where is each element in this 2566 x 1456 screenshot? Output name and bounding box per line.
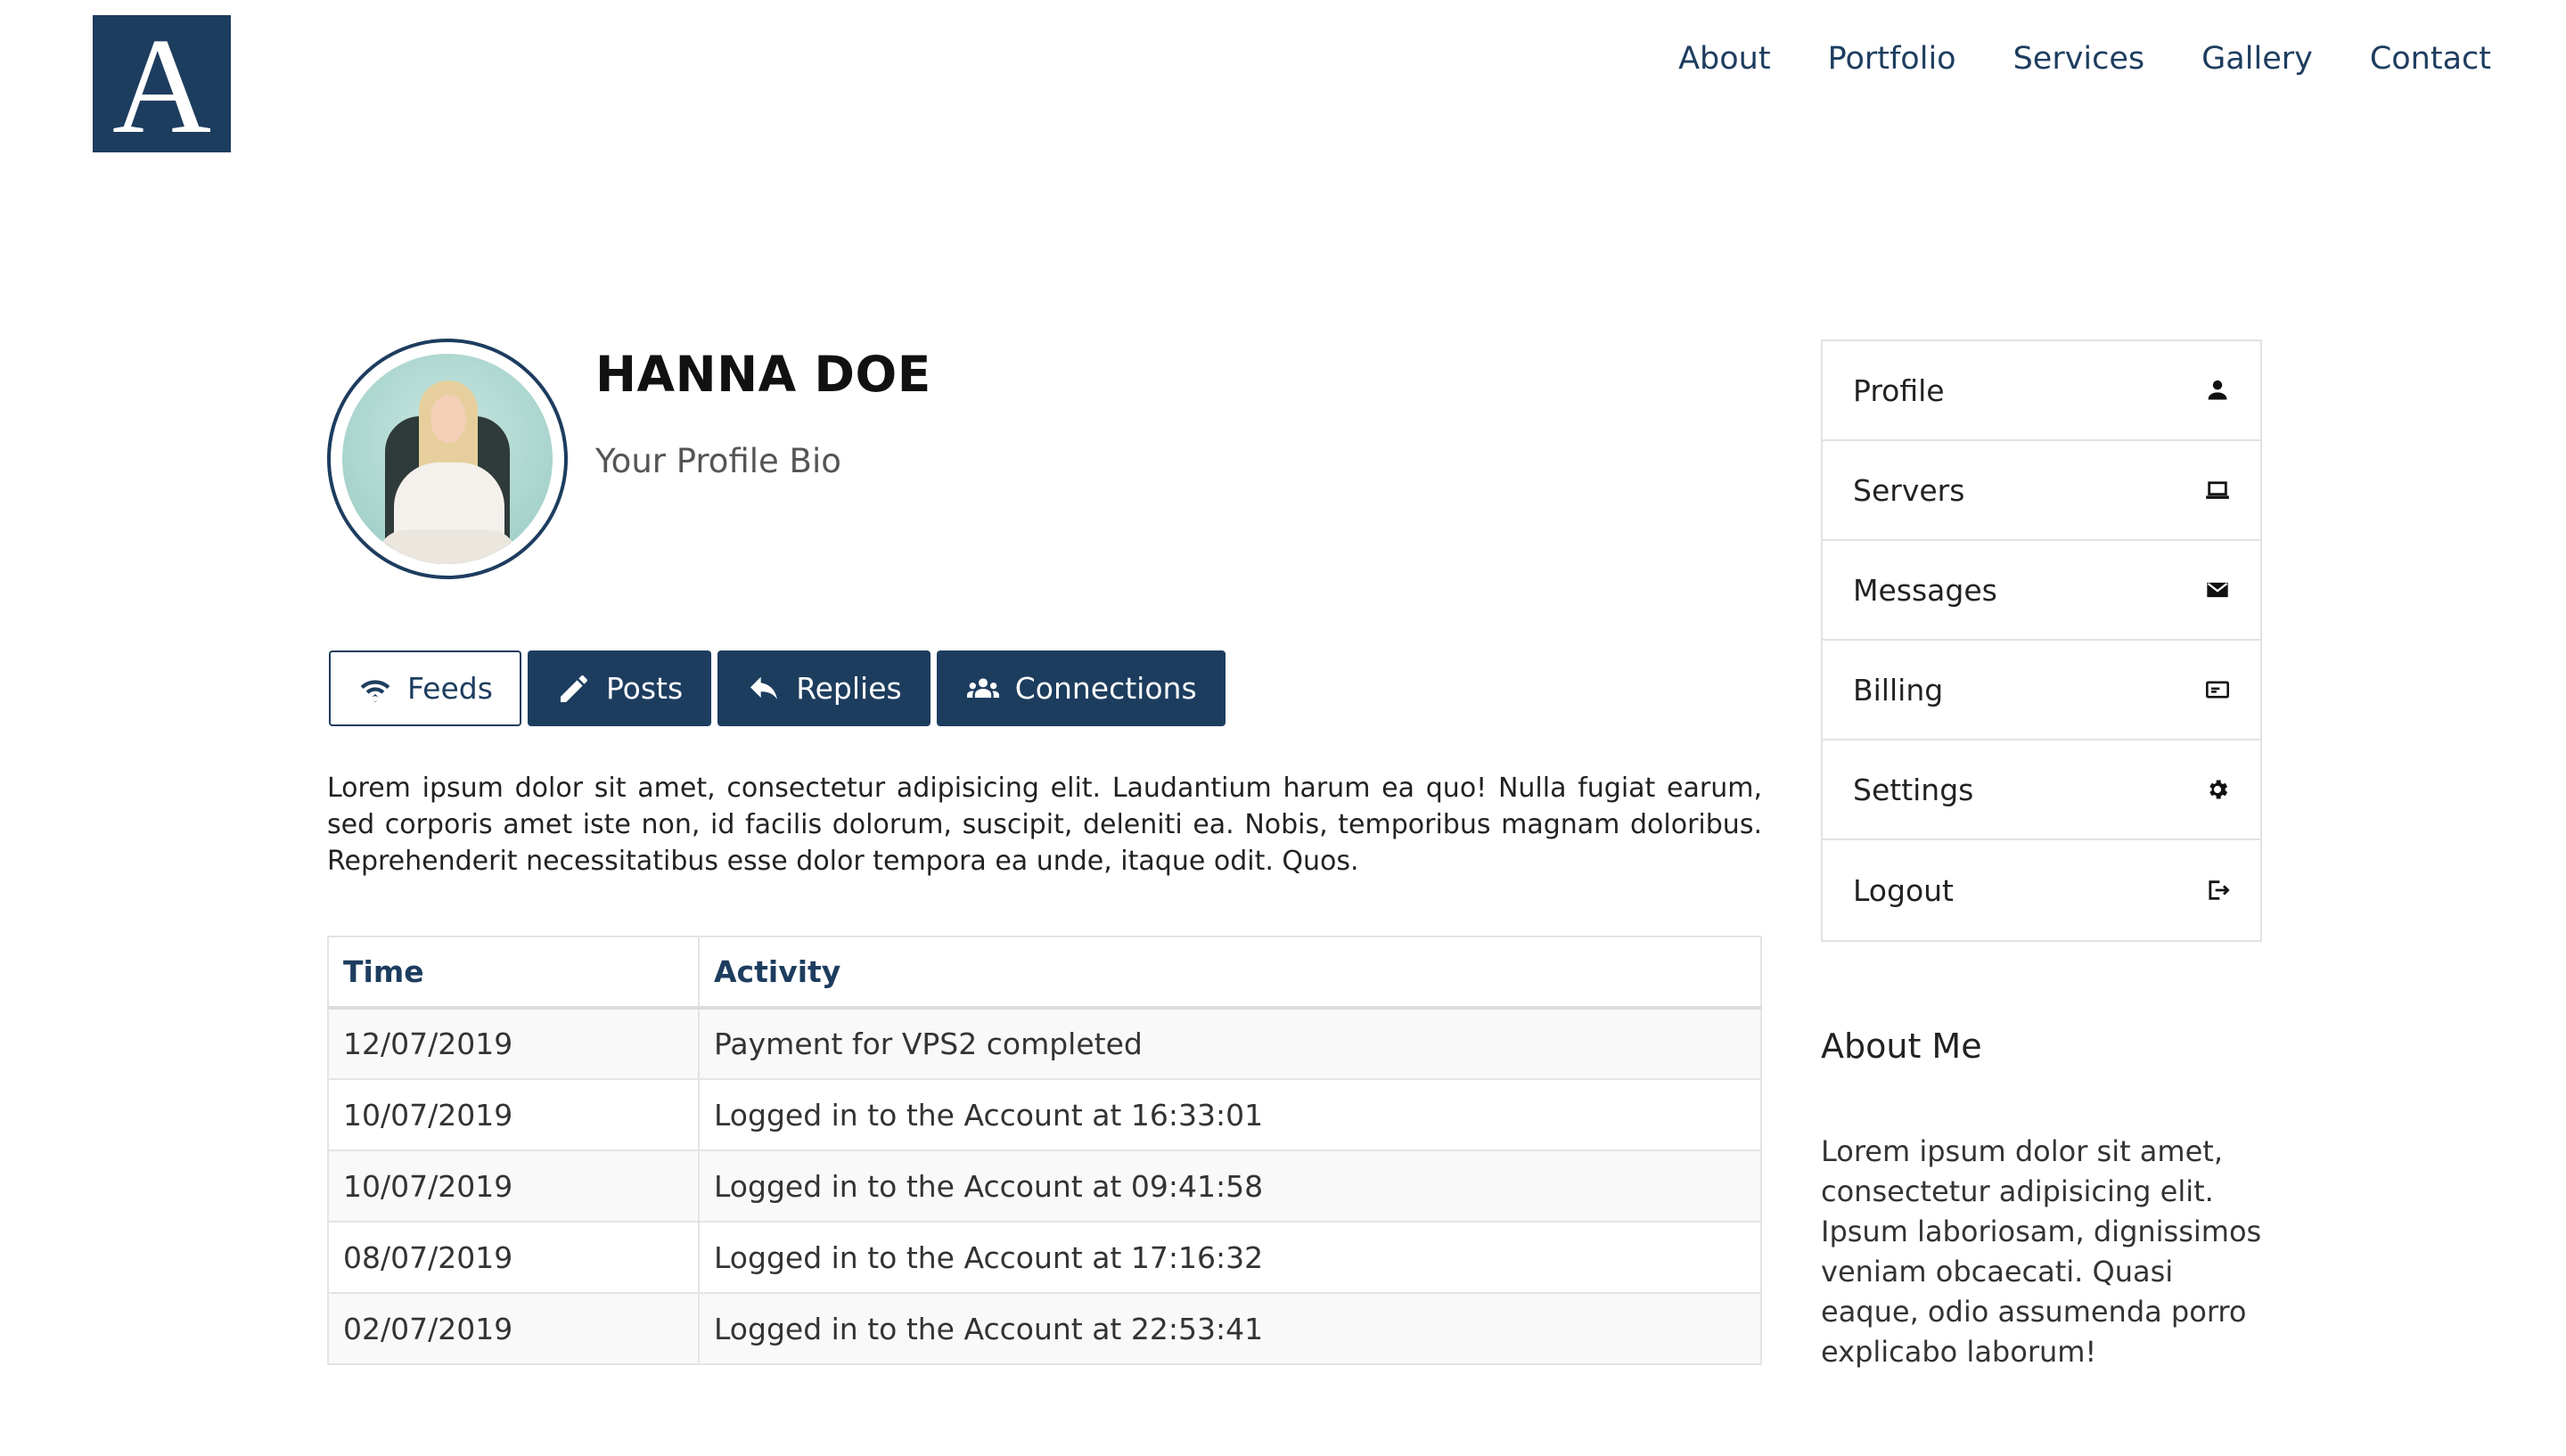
cell-activity: Payment for VPS2 completed (698, 1007, 1762, 1080)
menu-item-servers[interactable]: Servers (1823, 441, 2260, 541)
cell-activity: Logged in to the Account at 09:41:58 (698, 1149, 1762, 1223)
tab-label: Replies (796, 671, 902, 706)
tab-posts[interactable]: Posts (527, 650, 712, 726)
menu-item-label: Settings (1853, 772, 1974, 807)
tab-label: Posts (605, 671, 684, 706)
profile-name: HANNA DOE (595, 346, 931, 403)
table-row: 10/07/2019 Logged in to the Account at 0… (327, 1149, 1762, 1223)
envelope-icon (2207, 582, 2228, 598)
nav-portfolio[interactable]: Portfolio (1828, 39, 1956, 78)
cell-activity: Logged in to the Account at 22:53:41 (698, 1292, 1762, 1365)
about-title: About Me (1821, 1027, 1982, 1066)
menu-item-label: Logout (1853, 872, 1954, 908)
cell-activity: Logged in to the Account at 17:16:32 (698, 1221, 1762, 1294)
table-row: 12/07/2019 Payment for VPS2 completed (327, 1007, 1762, 1080)
menu-item-label: Profile (1853, 372, 1945, 408)
cell-activity: Logged in to the Account at 16:33:01 (698, 1078, 1762, 1151)
table-row: 08/07/2019 Logged in to the Account at 1… (327, 1221, 1762, 1294)
cell-time: 10/07/2019 (327, 1149, 700, 1223)
menu-item-messages[interactable]: Messages (1823, 541, 2260, 641)
users-icon (966, 677, 999, 698)
cell-time: 08/07/2019 (327, 1221, 700, 1294)
logout-icon (2209, 880, 2230, 900)
nav-services[interactable]: Services (2013, 39, 2145, 78)
menu-item-profile[interactable]: Profile (1823, 341, 2260, 441)
tab-connections[interactable]: Connections (936, 650, 1226, 726)
tab-feeds[interactable]: Feeds (329, 650, 521, 726)
cell-time: 10/07/2019 (327, 1078, 700, 1151)
nav-contact[interactable]: Contact (2370, 39, 2491, 78)
profile-description: Lorem ipsum dolor sit amet, consectetur … (327, 773, 1762, 877)
cell-time: 12/07/2019 (327, 1007, 700, 1080)
avatar (342, 354, 553, 564)
about-text: Lorem ipsum dolor sit amet, consectetur … (1821, 1134, 2262, 1369)
laptop-icon (2206, 481, 2229, 499)
account-menu: Profile Servers Messages Billing Setting… (1821, 339, 2262, 942)
cell-time: 02/07/2019 (327, 1292, 700, 1365)
profile-tabs: Feeds Posts Replies Connections (329, 650, 1226, 726)
nav-about[interactable]: About (1678, 39, 1770, 78)
menu-item-label: Messages (1853, 572, 1997, 608)
tab-label: Feeds (407, 671, 493, 706)
reply-icon (750, 676, 778, 699)
menu-item-billing[interactable]: Billing (1823, 641, 2260, 740)
pencil-icon (560, 675, 587, 702)
nav-gallery[interactable]: Gallery (2201, 39, 2313, 78)
logo-letter: A (111, 11, 212, 162)
profile-bio: Your Profile Bio (595, 442, 841, 480)
column-header-time: Time (327, 936, 700, 1010)
menu-item-logout[interactable]: Logout (1823, 840, 2260, 940)
avatar-frame (327, 339, 568, 579)
brand-logo[interactable]: A (93, 11, 231, 162)
column-header-activity: Activity (698, 936, 1762, 1010)
activity-table: Time Activity 12/07/2019 Payment for VPS… (327, 936, 1762, 1365)
table-row: 10/07/2019 Logged in to the Account at 1… (327, 1078, 1762, 1151)
credit-card-icon (2206, 681, 2229, 699)
menu-item-settings[interactable]: Settings (1823, 740, 2260, 840)
tab-replies[interactable]: Replies (717, 650, 930, 726)
menu-item-label: Billing (1853, 672, 1944, 708)
wifi-icon (360, 679, 390, 702)
top-nav: About Portfolio Services Gallery Contact (1678, 39, 2491, 78)
tab-label: Connections (1014, 671, 1197, 706)
gear-icon (2209, 780, 2228, 799)
table-header-row: Time Activity (327, 936, 1762, 1010)
menu-item-label: Servers (1853, 472, 1965, 508)
user-icon (2208, 380, 2227, 400)
table-row: 02/07/2019 Logged in to the Account at 2… (327, 1292, 1762, 1365)
